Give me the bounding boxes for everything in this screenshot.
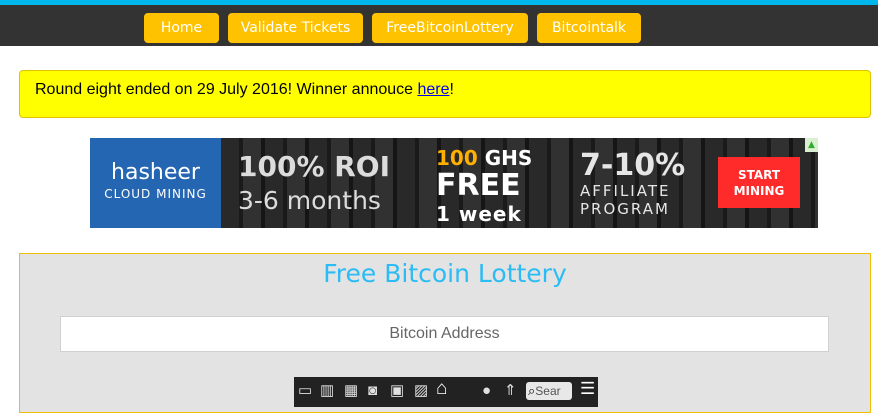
ad-free: FREE: [436, 168, 521, 203]
ad-brand-block: hasheer CLOUD MINING: [90, 138, 221, 228]
save-icon[interactable]: ▣: [390, 382, 404, 399]
window-icon[interactable]: ▭: [298, 382, 312, 399]
hasheer-ad-banner[interactable]: hasheer CLOUD MINING 100% ROI 3-6 months…: [90, 138, 818, 228]
book-icon[interactable]: ▥: [320, 382, 334, 399]
toolbar-search[interactable]: ⌕Sear: [526, 382, 572, 400]
bank-icon[interactable]: ⌂: [436, 379, 447, 398]
nav-home-button[interactable]: Home: [144, 13, 219, 43]
ad-affiliate-percent: 7-10%: [580, 148, 686, 183]
notice-text: Round eight ended on 29 July 2016! Winne…: [35, 81, 418, 98]
ad-week: 1 week: [436, 202, 522, 226]
ad-program-label: PROGRAM: [580, 200, 670, 218]
toolbar-search-placeholder: Sear: [535, 384, 561, 398]
round-ended-notice: Round eight ended on 29 July 2016! Winne…: [19, 70, 871, 118]
bitcoin-address-input[interactable]: Bitcoin Address: [60, 316, 829, 352]
media-toolbar: ▭ ▥ ▦ ◙ ▣ ▨ ⌂ ● ⇑ ⌕Sear ☰: [294, 377, 598, 407]
ad-ghs-number: 100: [436, 146, 478, 170]
upload-icon[interactable]: ⇑: [504, 382, 517, 399]
notice-suffix: !: [449, 81, 454, 98]
ad-cta-line1: START: [737, 168, 781, 182]
ad-brand-name: hasheer: [111, 160, 200, 185]
ad-ghs: 100 GHS: [436, 146, 532, 170]
user-icon[interactable]: ●: [482, 382, 491, 399]
top-nav-bar: Home Validate Tickets FreeBitcoinLottery…: [0, 0, 878, 46]
speaker-icon[interactable]: ◙: [368, 382, 377, 399]
adchoices-icon[interactable]: ▲: [805, 138, 818, 152]
ad-months: 3-6 months: [238, 186, 381, 215]
nav-freebitcoinlottery-button[interactable]: FreeBitcoinLottery: [372, 13, 528, 43]
ad-cta-line2: MINING: [733, 184, 785, 198]
ad-roi: 100% ROI: [238, 150, 391, 183]
images-icon[interactable]: ▨: [414, 382, 428, 399]
nav-validate-tickets-button[interactable]: Validate Tickets: [228, 13, 363, 43]
ad-brand-sub: CLOUD MINING: [104, 187, 207, 201]
nav-bitcointalk-button[interactable]: Bitcointalk: [537, 13, 641, 43]
panel-title: Free Bitcoin Lottery: [323, 259, 567, 288]
menu-icon[interactable]: ☰: [580, 380, 595, 397]
film-icon[interactable]: ▦: [344, 382, 358, 399]
lottery-panel: Free Bitcoin Lottery Bitcoin Address ▭ ▥…: [19, 253, 871, 413]
search-icon: ⌕: [528, 383, 536, 398]
ad-ghs-unit: GHS: [477, 146, 533, 170]
ad-affiliate-label: AFFILIATE: [580, 182, 671, 200]
winner-announce-link[interactable]: here: [418, 81, 450, 98]
ad-start-mining-button[interactable]: START MINING: [718, 157, 800, 208]
